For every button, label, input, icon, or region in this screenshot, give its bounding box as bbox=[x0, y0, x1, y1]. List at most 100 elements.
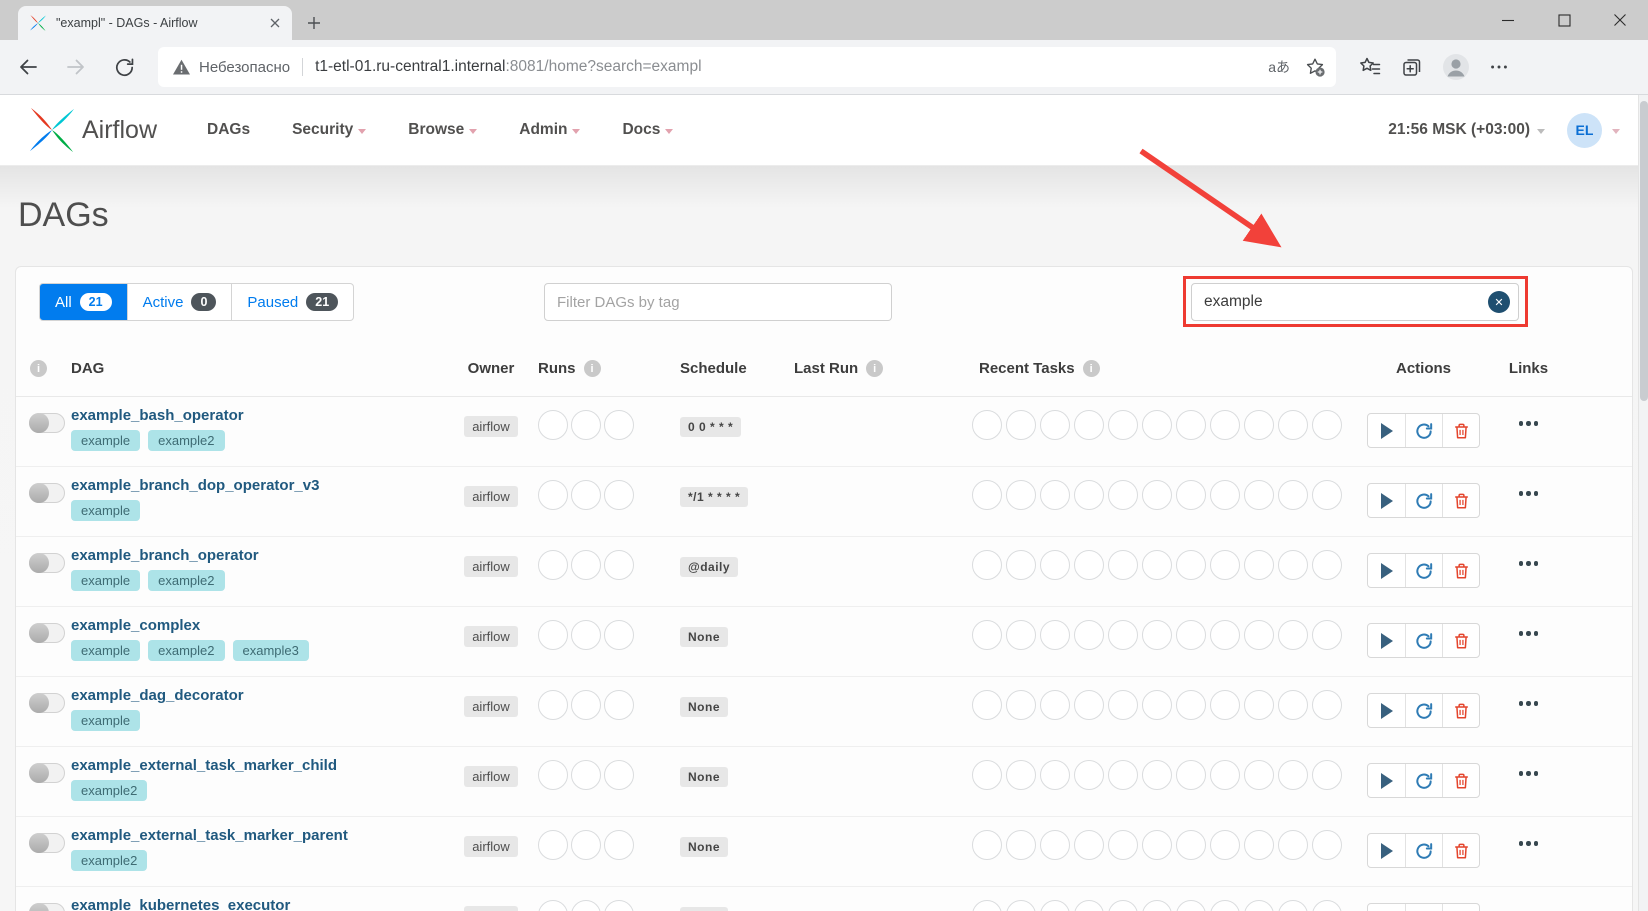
task-status-circle[interactable] bbox=[1142, 900, 1172, 911]
task-status-circle[interactable] bbox=[1278, 550, 1308, 580]
info-icon[interactable]: i bbox=[866, 360, 883, 377]
column-header-recent-tasks[interactable]: Recent Tasksi bbox=[956, 360, 1366, 377]
dag-tag[interactable]: example3 bbox=[233, 640, 309, 661]
dag-search-input[interactable] bbox=[1191, 283, 1519, 321]
dag-tag[interactable]: example bbox=[71, 570, 140, 591]
task-status-circle[interactable] bbox=[1210, 620, 1240, 650]
info-icon[interactable]: i bbox=[30, 360, 47, 377]
task-status-circle[interactable] bbox=[1108, 760, 1138, 790]
dag-links-button[interactable] bbox=[1481, 887, 1576, 911]
dag-links-button[interactable] bbox=[1481, 467, 1576, 496]
task-status-circle[interactable] bbox=[1074, 410, 1104, 440]
owner-badge[interactable]: airflow bbox=[464, 766, 518, 787]
task-status-circle[interactable] bbox=[1210, 900, 1240, 911]
task-status-circle[interactable] bbox=[1142, 760, 1172, 790]
column-header-runs[interactable]: Runsi bbox=[536, 360, 656, 377]
task-status-circle[interactable] bbox=[1176, 620, 1206, 650]
schedule-badge[interactable]: None bbox=[680, 907, 728, 911]
dag-links-button[interactable] bbox=[1481, 607, 1576, 636]
dag-link[interactable]: example_complex bbox=[71, 617, 200, 634]
dag-links-button[interactable] bbox=[1481, 397, 1576, 426]
trigger-dag-button[interactable] bbox=[1368, 484, 1405, 517]
dag-link[interactable]: example_external_task_marker_parent bbox=[71, 827, 348, 844]
task-status-circle[interactable] bbox=[1176, 900, 1206, 911]
chevron-down-icon[interactable] bbox=[1612, 129, 1620, 134]
task-status-circle[interactable] bbox=[1176, 550, 1206, 580]
task-status-circle[interactable] bbox=[1074, 480, 1104, 510]
owner-badge[interactable]: airflow bbox=[464, 906, 518, 911]
trigger-dag-button[interactable] bbox=[1368, 694, 1405, 727]
run-status-circle[interactable] bbox=[538, 830, 568, 860]
dag-links-button[interactable] bbox=[1481, 537, 1576, 566]
task-status-circle[interactable] bbox=[1142, 830, 1172, 860]
owner-badge[interactable]: airflow bbox=[464, 696, 518, 717]
task-status-circle[interactable] bbox=[1040, 830, 1070, 860]
refresh-page-button[interactable] bbox=[104, 47, 144, 87]
trigger-dag-button[interactable] bbox=[1368, 834, 1405, 867]
delete-dag-button[interactable] bbox=[1442, 904, 1479, 911]
task-status-circle[interactable] bbox=[972, 830, 1002, 860]
column-header-dag[interactable]: DAG bbox=[71, 360, 446, 377]
browser-profile-avatar[interactable] bbox=[1442, 53, 1470, 81]
run-status-circle[interactable] bbox=[604, 690, 634, 720]
task-status-circle[interactable] bbox=[1108, 480, 1138, 510]
tab-close-icon[interactable] bbox=[266, 14, 284, 32]
airflow-brand[interactable]: Airflow bbox=[28, 106, 157, 154]
task-status-circle[interactable] bbox=[1040, 760, 1070, 790]
security-warning-icon[interactable] bbox=[172, 59, 191, 76]
browser-menu-icon[interactable] bbox=[1488, 56, 1510, 78]
refresh-dag-button[interactable] bbox=[1405, 904, 1442, 911]
task-status-circle[interactable] bbox=[1244, 410, 1274, 440]
run-status-circle[interactable] bbox=[571, 410, 601, 440]
filter-tab-active[interactable]: Active0 bbox=[128, 283, 233, 321]
delete-dag-button[interactable] bbox=[1442, 694, 1479, 727]
task-status-circle[interactable] bbox=[1142, 550, 1172, 580]
dag-tag[interactable]: example2 bbox=[148, 640, 224, 661]
task-status-circle[interactable] bbox=[1244, 760, 1274, 790]
refresh-dag-button[interactable] bbox=[1405, 834, 1442, 867]
window-close-button[interactable] bbox=[1592, 0, 1648, 40]
translate-icon[interactable]: aあ bbox=[1268, 57, 1290, 77]
column-header-owner[interactable]: Owner bbox=[446, 360, 536, 377]
task-status-circle[interactable] bbox=[972, 760, 1002, 790]
menu-item-security[interactable]: Security bbox=[292, 121, 366, 139]
task-status-circle[interactable] bbox=[1278, 900, 1308, 911]
delete-dag-button[interactable] bbox=[1442, 764, 1479, 797]
task-status-circle[interactable] bbox=[1006, 410, 1036, 440]
task-status-circle[interactable] bbox=[1108, 900, 1138, 911]
dag-tag[interactable]: example bbox=[71, 500, 140, 521]
dag-tag[interactable]: example bbox=[71, 710, 140, 731]
dag-tag[interactable]: example2 bbox=[71, 850, 147, 871]
task-status-circle[interactable] bbox=[972, 690, 1002, 720]
task-status-circle[interactable] bbox=[1142, 690, 1172, 720]
task-status-circle[interactable] bbox=[1278, 760, 1308, 790]
schedule-badge[interactable]: None bbox=[680, 697, 728, 717]
task-status-circle[interactable] bbox=[1244, 480, 1274, 510]
task-status-circle[interactable] bbox=[1040, 410, 1070, 440]
run-status-circle[interactable] bbox=[604, 830, 634, 860]
task-status-circle[interactable] bbox=[1278, 830, 1308, 860]
task-status-circle[interactable] bbox=[1040, 900, 1070, 911]
trigger-dag-button[interactable] bbox=[1368, 904, 1405, 911]
task-status-circle[interactable] bbox=[1312, 760, 1342, 790]
task-status-circle[interactable] bbox=[1210, 830, 1240, 860]
trigger-dag-button[interactable] bbox=[1368, 624, 1405, 657]
user-avatar[interactable]: EL bbox=[1567, 113, 1602, 148]
dag-link[interactable]: example_dag_decorator bbox=[71, 687, 244, 704]
task-status-circle[interactable] bbox=[1176, 480, 1206, 510]
task-status-circle[interactable] bbox=[972, 550, 1002, 580]
info-icon[interactable]: i bbox=[1083, 360, 1100, 377]
run-status-circle[interactable] bbox=[571, 900, 601, 911]
task-status-circle[interactable] bbox=[1278, 480, 1308, 510]
window-maximize-button[interactable] bbox=[1536, 0, 1592, 40]
delete-dag-button[interactable] bbox=[1442, 624, 1479, 657]
schedule-badge[interactable]: */1 * * * * bbox=[680, 487, 748, 507]
refresh-dag-button[interactable] bbox=[1405, 694, 1442, 727]
task-status-circle[interactable] bbox=[1040, 480, 1070, 510]
task-status-circle[interactable] bbox=[1278, 690, 1308, 720]
dag-pause-toggle[interactable] bbox=[29, 483, 65, 503]
owner-badge[interactable]: airflow bbox=[464, 486, 518, 507]
schedule-badge[interactable]: None bbox=[680, 837, 728, 857]
task-status-circle[interactable] bbox=[1210, 690, 1240, 720]
dag-link[interactable]: example_kubernetes_executor bbox=[71, 897, 290, 911]
